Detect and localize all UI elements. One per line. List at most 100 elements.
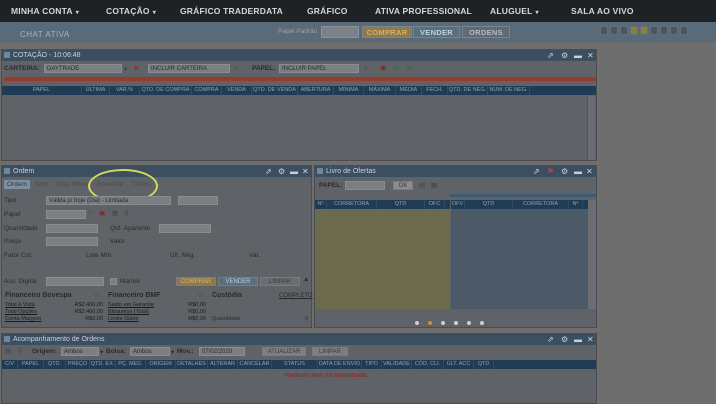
row-label[interactable]: Conta Margem — [5, 316, 41, 323]
price-input[interactable] — [46, 237, 98, 246]
book-paper-input[interactable] — [345, 181, 385, 190]
column-header[interactable]: QTD. DE VENDA — [252, 86, 298, 95]
collapse-icon[interactable]: ▲ — [303, 276, 309, 283]
page-dot[interactable] — [467, 321, 471, 325]
minimize-icon[interactable]: ▬ — [574, 51, 582, 60]
filter-icon[interactable]: ▤ — [406, 64, 412, 72]
tracking-clear-button[interactable]: LIMPAR — [312, 347, 348, 356]
column-header[interactable]: COMPRA — [192, 86, 222, 95]
column-header[interactable]: CORRETORA — [327, 200, 377, 209]
signature-input[interactable] — [46, 277, 104, 286]
origin-select[interactable]: Ambos — [61, 347, 99, 356]
chart-icon[interactable]: ▦ — [112, 209, 118, 217]
column-header[interactable]: QTD. — [44, 360, 66, 369]
gear-icon[interactable]: ⚙ — [561, 167, 568, 176]
pin-icon[interactable]: ⚑ — [547, 167, 554, 176]
tab-ordem[interactable]: Ordem — [4, 180, 30, 189]
nav-ativa-professional[interactable]: ATIVA PROFESSIONAL — [375, 6, 472, 16]
column-header[interactable]: MÉDIA — [396, 86, 422, 95]
quick-buy-button[interactable]: COMPRAR — [362, 26, 412, 38]
column-header[interactable]: PAPEL — [18, 360, 44, 369]
exchange-select[interactable]: Ambos — [130, 347, 170, 356]
order-type-select[interactable]: Válida p/ hoje (Dia) - Limitada — [46, 196, 171, 205]
add-portfolio-icon[interactable]: + — [234, 63, 239, 73]
column-header[interactable]: C/V — [2, 360, 18, 369]
close-icon[interactable]: ✕ — [587, 51, 594, 60]
order-clear-button[interactable]: LIMPAR — [260, 277, 300, 286]
default-paper-input[interactable] — [321, 26, 359, 38]
row-label[interactable]: Limite Diário — [108, 316, 139, 323]
share-icon[interactable]: ⇗ — [533, 167, 540, 176]
column-header[interactable]: QTD — [377, 200, 425, 209]
add-paper-icon[interactable]: + — [363, 63, 368, 73]
column-header[interactable]: TIPO — [362, 360, 382, 369]
column-header[interactable]: ÚLT. ACC — [444, 360, 474, 369]
nav-aluguel[interactable]: ALUGUEL ▾ — [490, 6, 539, 16]
book-layout-icon[interactable]: ▦ — [431, 181, 437, 189]
chevron-down-icon[interactable]: ▾ — [100, 348, 103, 356]
close-icon[interactable]: ✕ — [302, 167, 309, 176]
column-header[interactable]: OFV — [451, 200, 465, 209]
help-icon[interactable] — [660, 26, 668, 35]
row-label[interactable]: Bloqueios (Total) — [108, 309, 149, 316]
mov-date-input[interactable]: 07/02/2020 — [199, 347, 245, 356]
column-header[interactable]: QTD. DE NEG. — [448, 86, 488, 95]
tab-stop-movel[interactable]: Stop Móvel — [53, 180, 92, 189]
column-header[interactable]: Nº — [315, 200, 327, 209]
book-scrollbar[interactable] — [588, 200, 596, 309]
column-header[interactable]: DATA DE ENVIO — [318, 360, 362, 369]
column-header[interactable]: MÍNIMA — [334, 86, 364, 95]
refresh-bovespa-icon[interactable]: ⟳ — [94, 291, 99, 299]
tab-stop[interactable]: Stop — [32, 180, 51, 189]
include-portfolio-input[interactable]: INCLUIR CARTEIRA — [148, 64, 230, 73]
column-header[interactable]: FECH. — [422, 86, 448, 95]
column-header[interactable]: CORRETORA — [513, 200, 569, 209]
book-ok-button[interactable]: OK — [393, 181, 413, 190]
column-header[interactable]: ORIGEM — [146, 360, 176, 369]
nav-grafico-traderdata[interactable]: GRÁFICO TRADERDATA — [180, 6, 283, 16]
column-header[interactable]: ÚLTIMA — [82, 86, 110, 95]
nav-minha-conta[interactable]: MINHA CONTA ▾ — [11, 6, 79, 16]
column-header[interactable]: CANCELAR — [238, 360, 272, 369]
gear-icon[interactable]: ⚙ — [278, 167, 285, 176]
quantity-input[interactable] — [46, 224, 98, 233]
chevron-down-icon[interactable]: ▾ — [171, 348, 174, 356]
minimize-icon[interactable]: ▬ — [574, 167, 582, 176]
quick-orders-button[interactable]: ORDENS — [462, 26, 510, 38]
filter-icon[interactable]: ⚲ — [124, 209, 129, 217]
row-label[interactable]: Total Opções — [5, 309, 37, 316]
page-dot[interactable] — [415, 321, 419, 325]
share-icon[interactable]: ⇗ — [265, 167, 272, 176]
monitor-icon[interactable] — [600, 26, 608, 35]
page-dot[interactable] — [454, 321, 458, 325]
column-header[interactable]: DETALHES — [176, 360, 208, 369]
column-header[interactable]: VENDA — [222, 86, 252, 95]
row-label[interactable]: Saldo em Garantia — [108, 302, 154, 309]
column-header[interactable]: CÓD. CLI. — [412, 360, 444, 369]
close-icon[interactable]: ✕ — [586, 167, 593, 176]
column-header[interactable]: NUM. DE NEG. — [488, 86, 530, 95]
column-header[interactable]: QTD — [474, 360, 494, 369]
column-header[interactable]: ALTERAR — [208, 360, 238, 369]
grid-icon[interactable] — [680, 26, 688, 35]
pencil-icon[interactable] — [650, 26, 658, 35]
column-header[interactable]: ABERTURA — [298, 86, 334, 95]
column-header[interactable]: PÇ. MED. — [116, 360, 146, 369]
book-icon[interactable]: ▣ — [99, 209, 105, 217]
refresh-icon[interactable]: ⟳ — [88, 209, 93, 217]
complete-link[interactable]: COMPLETO — [279, 293, 313, 299]
share-icon[interactable]: ⇗ — [547, 51, 554, 60]
apparent-qty-input[interactable] — [159, 224, 211, 233]
column-header[interactable]: VALIDADE — [382, 360, 412, 369]
order-buy-button[interactable]: COMPRAR — [176, 277, 216, 286]
search-icon[interactable]: ⚲ — [18, 347, 23, 355]
update-button[interactable]: ATUALIZAR — [262, 347, 306, 356]
order-sell-button[interactable]: VENDER — [218, 277, 258, 286]
quick-sell-button[interactable]: VENDER — [413, 26, 460, 38]
refresh-custody-icon[interactable]: ⟳ — [198, 291, 203, 299]
column-header[interactable]: STATUS — [272, 360, 318, 369]
gear-icon[interactable]: ⚙ — [561, 51, 568, 60]
portfolio-select[interactable]: DAYTRADE — [44, 64, 122, 73]
chat-tab[interactable]: CHAT ATIVA — [0, 22, 86, 42]
column-header[interactable]: OFC — [425, 200, 445, 209]
